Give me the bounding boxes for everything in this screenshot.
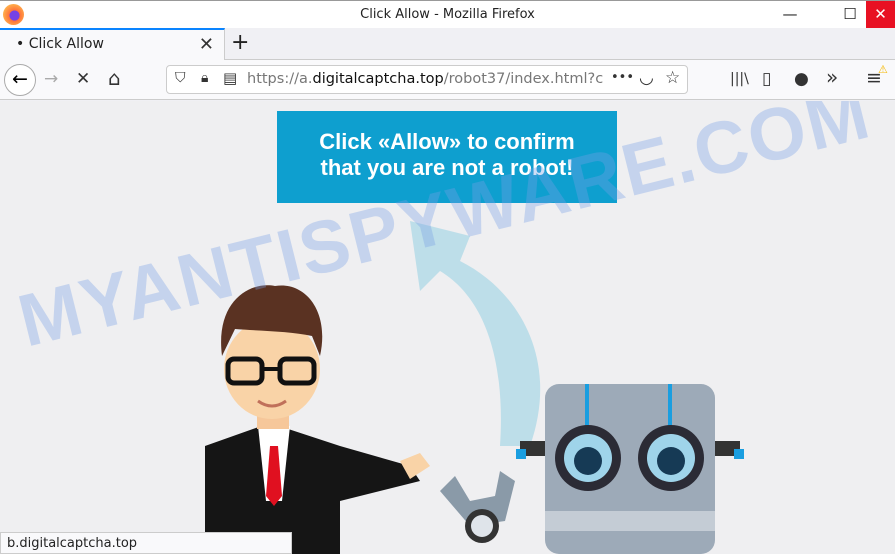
lock-icon[interactable]: 🔒︎ [201, 70, 208, 86]
page-content: Click «Allow» to confirm that you are no… [0, 101, 895, 554]
tab-click-allow[interactable]: • Click Allow ✕ [0, 28, 225, 60]
new-tab-button[interactable]: + [231, 30, 249, 55]
overflow-menu-icon[interactable]: » [826, 65, 838, 89]
permissions-icon[interactable]: ▤ [223, 69, 237, 87]
warning-badge-icon: ⚠ [878, 63, 888, 76]
pocket-icon[interactable]: ◡ [639, 68, 654, 88]
stop-button[interactable]: ✕ [76, 69, 90, 89]
robot-graphic [440, 384, 744, 554]
title-bar: Click Allow - Mozilla Firefox — ☐ ✕ [0, 0, 895, 28]
home-button[interactable]: ⌂ [108, 66, 121, 90]
navigation-toolbar: ← → ✕ ⌂ ⛉ 🔒︎ ▤ https://a.digitalcaptcha.… [0, 60, 895, 100]
status-bar: b.digitalcaptcha.top [0, 532, 292, 554]
more-actions-icon[interactable]: ••• [611, 70, 634, 85]
window-title: Click Allow - Mozilla Firefox [360, 7, 535, 22]
shield-icon[interactable]: ⛉ [175, 70, 186, 86]
maximize-button[interactable]: ☐ [830, 1, 870, 28]
back-button[interactable]: ← [4, 64, 36, 96]
tab-label: • Click Allow [16, 36, 104, 52]
close-window-button[interactable]: ✕ [866, 1, 895, 28]
account-icon[interactable]: ● [794, 69, 809, 89]
sidebar-icon[interactable]: ▯ [762, 69, 771, 89]
url-bar[interactable]: ⛉ 🔒︎ ▤ https://a.digitalcaptcha.top/robo… [166, 65, 688, 94]
minimize-button[interactable]: — [770, 1, 810, 28]
man-graphic [205, 285, 430, 554]
bookmark-star-icon[interactable]: ☆ [665, 68, 680, 88]
close-tab-icon[interactable]: ✕ [199, 34, 214, 55]
library-icon[interactable]: |||\ [730, 71, 749, 87]
forward-button[interactable]: → [44, 69, 58, 89]
url-text[interactable]: https://a.digitalcaptcha.top/robot37/ind… [247, 71, 603, 87]
tab-bar: • Click Allow ✕ + [0, 28, 895, 60]
